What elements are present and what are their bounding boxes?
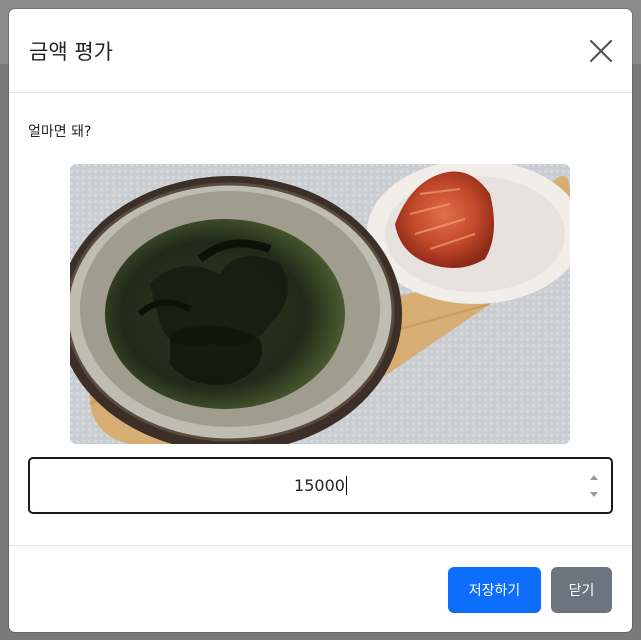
spin-up-icon[interactable] — [589, 473, 599, 481]
modal-header: 금액 평가 — [9, 9, 632, 93]
modal-footer: 저장하기 닫기 — [9, 545, 632, 632]
number-spinner[interactable] — [589, 473, 599, 499]
save-button[interactable]: 저장하기 — [448, 567, 541, 613]
modal-title: 금액 평가 — [29, 39, 113, 64]
amount-value: 15000 — [294, 476, 347, 495]
modal-body: 얼마면 돼? 15000 — [9, 93, 632, 545]
question-label: 얼마면 돼? — [28, 124, 92, 140]
close-icon[interactable] — [586, 36, 616, 66]
food-photo — [70, 164, 570, 444]
price-evaluation-modal: 금액 평가 얼마면 돼? 15000 저장하기 닫기 — [9, 9, 632, 632]
amount-input[interactable]: 15000 — [28, 457, 613, 514]
spin-down-icon[interactable] — [589, 491, 599, 499]
close-button[interactable]: 닫기 — [551, 567, 612, 613]
